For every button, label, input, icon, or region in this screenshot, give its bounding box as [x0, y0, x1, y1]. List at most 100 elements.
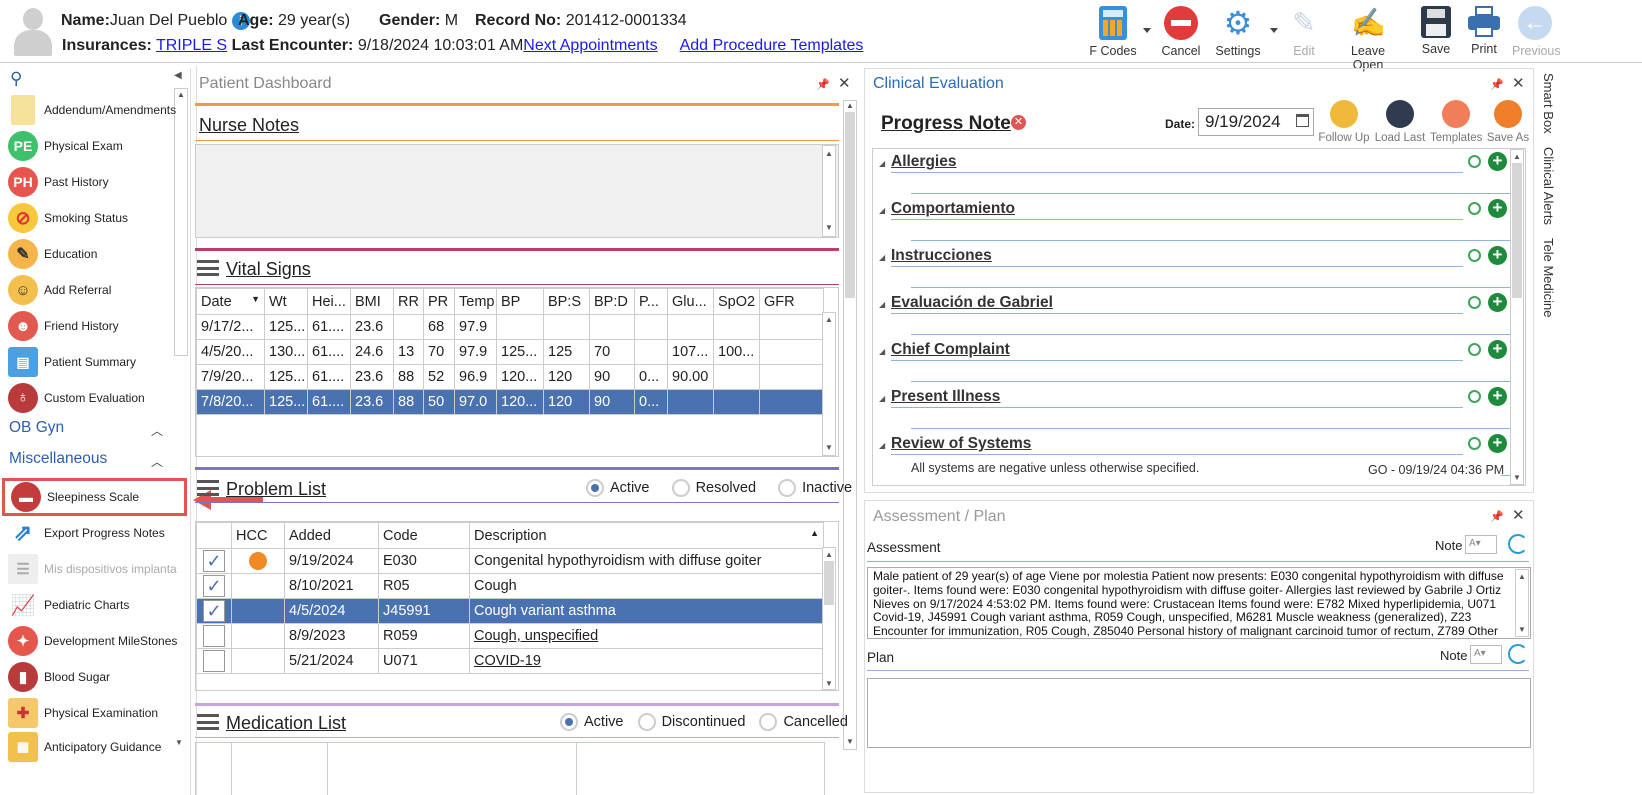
sidebar-item-pediatric-charts[interactable]: 📈 Pediatric Charts: [8, 588, 129, 622]
clinical-section-title[interactable]: Present Illness: [891, 388, 1000, 406]
problem-checkbox[interactable]: ✓: [203, 600, 225, 622]
scroll-up-icon[interactable]: ▲: [177, 90, 185, 99]
previous-button[interactable]: ← Previous: [1512, 6, 1561, 60]
col-hcc[interactable]: HCC: [231, 522, 285, 549]
vital-col-header[interactable]: P...: [634, 288, 668, 315]
add-icon[interactable]: +: [1488, 199, 1507, 218]
pin-icon[interactable]: 📌: [1490, 510, 1504, 523]
vital-col-header[interactable]: BP: [496, 288, 544, 315]
refresh-icon[interactable]: [1508, 644, 1528, 664]
problem-checkbox[interactable]: ✓: [203, 575, 225, 597]
alarm-clock-icon[interactable]: [1468, 437, 1481, 450]
save-as-button[interactable]: Save As: [1486, 100, 1530, 144]
collapse-sidebar-icon[interactable]: ◀: [174, 70, 182, 81]
problem-checkbox[interactable]: [203, 625, 225, 647]
scroll-down-icon[interactable]: ▼: [175, 738, 183, 747]
load-last-button[interactable]: Load Last: [1374, 100, 1426, 144]
vital-col-header[interactable]: Temp: [454, 288, 497, 315]
vital-signs-row[interactable]: 9/17/2... 125... 61.... 23.6 68 97.9: [196, 314, 824, 340]
close-icon[interactable]: ✕: [1512, 506, 1525, 524]
clinical-section[interactable]: ◢ Evaluación de Gabriel +: [873, 290, 1513, 337]
sidebar-item-friend-history[interactable]: ☻ Friend History: [8, 309, 119, 343]
sidebar-item-anticipatory-guidance[interactable]: ▦ Anticipatory Guidance: [8, 732, 161, 762]
sidebar-item-export-progress-notes[interactable]: ⇗ Export Progress Notes: [8, 516, 165, 550]
vital-col-header[interactable]: BP:S: [543, 288, 590, 315]
clinical-section-title[interactable]: Comportamiento: [891, 200, 1015, 218]
tab-clinical-alerts[interactable]: Clinical Alerts: [1541, 147, 1556, 225]
next-appointments-link[interactable]: Next Appointments: [523, 37, 657, 54]
problem-row[interactable]: 5/21/2024 U071 COVID-19: [196, 648, 824, 674]
expand-triangle-icon[interactable]: ◢: [879, 394, 885, 403]
sidebar-item-past-history[interactable]: PH Past History: [8, 165, 109, 199]
problem-checkbox[interactable]: [203, 650, 225, 672]
sidebar-item-development-milestones[interactable]: ✦ Development MileStones: [8, 624, 177, 658]
add-icon[interactable]: +: [1488, 152, 1507, 171]
clinical-section-title[interactable]: Instrucciones: [891, 247, 992, 265]
clinical-scroll-thumb[interactable]: [1512, 163, 1522, 298]
vital-col-header[interactable]: GFR: [759, 288, 824, 315]
pin-icon[interactable]: 📌: [1490, 78, 1504, 91]
settings-dropdown-icon[interactable]: [1270, 28, 1278, 33]
clinical-section[interactable]: ◢ Comportamiento +: [873, 196, 1513, 243]
assessment-text-area[interactable]: Male patient of 29 year(s) of age Viene …: [867, 567, 1531, 639]
save-button[interactable]: Save: [1416, 6, 1456, 60]
cancel-button[interactable]: Cancel: [1158, 6, 1204, 60]
search-icon[interactable]: ⚲: [10, 69, 22, 89]
leave-open-button[interactable]: ✍ Leave Open: [1336, 6, 1400, 72]
date-picker[interactable]: 9/19/2024: [1198, 108, 1314, 136]
sidebar-item-physical-examination[interactable]: ✚ Physical Examination: [8, 696, 158, 730]
col-code[interactable]: Code: [378, 522, 470, 549]
add-icon[interactable]: +: [1488, 434, 1507, 453]
col-added[interactable]: Added: [284, 522, 379, 549]
edit-button[interactable]: ✎ Edit: [1284, 6, 1324, 60]
sort-desc-icon[interactable]: ▼: [251, 294, 260, 304]
vital-col-header[interactable]: SpO2: [713, 288, 760, 315]
problem-scroll-thumb[interactable]: [824, 561, 834, 605]
templates-button[interactable]: Templates: [1430, 100, 1482, 144]
alarm-clock-icon[interactable]: [1468, 202, 1481, 215]
vital-col-header[interactable]: Hei...: [307, 288, 351, 315]
fcodes-button[interactable]: F Codes: [1083, 6, 1143, 60]
sidebar-item-sleepiness-scale[interactable]: ▬ Sleepiness Scale: [2, 478, 187, 516]
section-obgyn[interactable]: OB Gyn: [9, 419, 64, 437]
alarm-clock-icon[interactable]: [1468, 155, 1481, 168]
sidebar-item-blood-sugar[interactable]: ▮ Blood Sugar: [8, 660, 110, 694]
vital-signs-menu-icon[interactable]: [197, 260, 219, 276]
expand-triangle-icon[interactable]: ◢: [879, 441, 885, 450]
sidebar-item-mis-dispositivos[interactable]: ☰ Mis dispositivos implanta: [8, 552, 177, 586]
alarm-clock-icon[interactable]: [1468, 390, 1481, 403]
vital-col-header[interactable]: BMI: [350, 288, 394, 315]
filter-resolved-radio[interactable]: Resolved: [671, 479, 756, 497]
add-icon[interactable]: +: [1488, 246, 1507, 265]
vital-col-header[interactable]: PR: [423, 288, 455, 315]
refresh-icon[interactable]: [1508, 534, 1528, 554]
add-procedure-templates-link[interactable]: Add Procedure Templates: [680, 37, 864, 54]
problem-row[interactable]: ✓ 8/10/2021 R05 Cough: [196, 573, 824, 599]
sidebar-item-education[interactable]: ✎ Education: [8, 237, 97, 271]
insurance-link[interactable]: TRIPLE S: [156, 37, 227, 54]
vital-col-header[interactable]: RR: [393, 288, 424, 315]
calendar-icon[interactable]: [1296, 114, 1309, 127]
vital-col-header[interactable]: Glu...: [667, 288, 714, 315]
add-icon[interactable]: +: [1488, 293, 1507, 312]
scroll-up-icon[interactable]: ▲: [846, 101, 854, 110]
sidebar-item-physical-exam[interactable]: PE Physical Exam: [8, 129, 123, 163]
clinical-section-title[interactable]: Evaluación de Gabriel: [891, 294, 1053, 312]
fcodes-dropdown-icon[interactable]: [1143, 28, 1151, 33]
clinical-section[interactable]: ◢ Instrucciones +: [873, 243, 1513, 290]
med-filter-active-radio[interactable]: Active: [560, 713, 624, 731]
remove-icon[interactable]: ✕: [1011, 115, 1026, 130]
plan-note-dropdown[interactable]: A▾: [1470, 645, 1502, 664]
filter-inactive-radio[interactable]: Inactive: [778, 479, 852, 497]
sidebar-item-patient-summary[interactable]: ▤ Patient Summary: [8, 345, 136, 379]
add-icon[interactable]: +: [1488, 387, 1507, 406]
col-description[interactable]: Description ▲: [469, 522, 824, 549]
problem-row[interactable]: ✓ 9/19/2024 E030 Congenital hypothyroidism …: [196, 548, 824, 574]
assessment-note-dropdown[interactable]: A▾: [1465, 535, 1497, 554]
med-filter-cancelled-radio[interactable]: Cancelled: [759, 713, 848, 731]
expand-triangle-icon[interactable]: ◢: [879, 253, 885, 262]
tab-smart-box[interactable]: Smart Box: [1541, 73, 1556, 134]
expand-triangle-icon[interactable]: ◢: [879, 206, 885, 215]
close-icon[interactable]: ✕: [1512, 74, 1525, 92]
nurse-notes-field[interactable]: [195, 144, 839, 238]
